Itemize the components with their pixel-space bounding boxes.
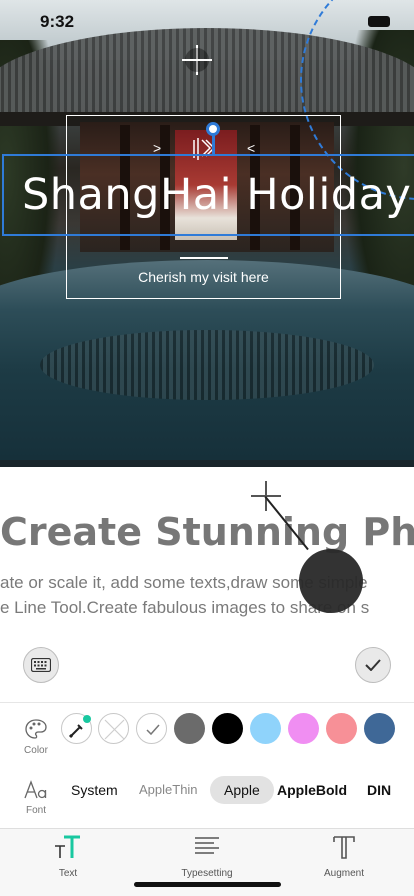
confirm-button[interactable] [355, 647, 391, 683]
tab-augment[interactable]: Augment [299, 834, 389, 879]
app-root: 9:32 Cherish my visit here > < ShangHai … [0, 0, 414, 896]
canvas-title[interactable]: ShangHai Holiday [22, 170, 411, 220]
color-swatch[interactable] [250, 713, 281, 744]
eyedropper-icon [68, 715, 91, 739]
font-icon [24, 780, 47, 799]
font-option-system[interactable]: System [71, 776, 118, 804]
rotate-handle[interactable] [206, 122, 220, 136]
keyboard-icon [31, 658, 51, 672]
color-swatch[interactable] [288, 713, 319, 744]
color-swatch[interactable] [326, 713, 357, 744]
home-indicator[interactable] [134, 882, 281, 887]
promo-headline: Create Stunning Photo [0, 510, 414, 554]
color-swatch[interactable] [364, 713, 395, 744]
tab-typesetting-label: Typesetting [181, 868, 233, 879]
no-color-icon [104, 719, 125, 740]
color-swatch[interactable] [212, 713, 243, 744]
selected-check-icon [146, 724, 160, 736]
no-color-button[interactable] [98, 713, 129, 744]
tab-typesetting[interactable]: Typesetting [162, 834, 252, 879]
tab-augment-label: Augment [323, 868, 365, 879]
font-option-applebold[interactable]: AppleBold [277, 776, 347, 804]
font-option-applethin[interactable]: AppleThin [139, 776, 198, 804]
canvas-subtitle[interactable]: Cherish my visit here [66, 269, 341, 285]
eyedropper-button[interactable] [61, 713, 92, 744]
white-color-swatch[interactable] [136, 713, 167, 744]
augment-icon [333, 836, 355, 859]
touch-indicator [299, 549, 363, 613]
checkmark-icon [365, 659, 381, 671]
crosshair-icon[interactable] [182, 45, 212, 75]
frame-divider [180, 257, 228, 259]
font-option-apple[interactable]: Apple [210, 776, 274, 804]
keyboard-button[interactable] [23, 647, 59, 683]
font-option-din[interactable]: DIN [367, 776, 391, 804]
color-swatch[interactable] [174, 713, 205, 744]
status-time: 9:32 [40, 12, 75, 31]
text-icon [55, 835, 80, 858]
palette-icon [25, 719, 47, 739]
tab-text[interactable]: Text [23, 834, 113, 879]
photo-pool-reflection [40, 330, 374, 400]
font-row-label: Font [25, 805, 46, 816]
color-row-label: Color [24, 745, 48, 756]
tab-text-label: Text [58, 868, 78, 879]
typesetting-icon [195, 837, 219, 854]
